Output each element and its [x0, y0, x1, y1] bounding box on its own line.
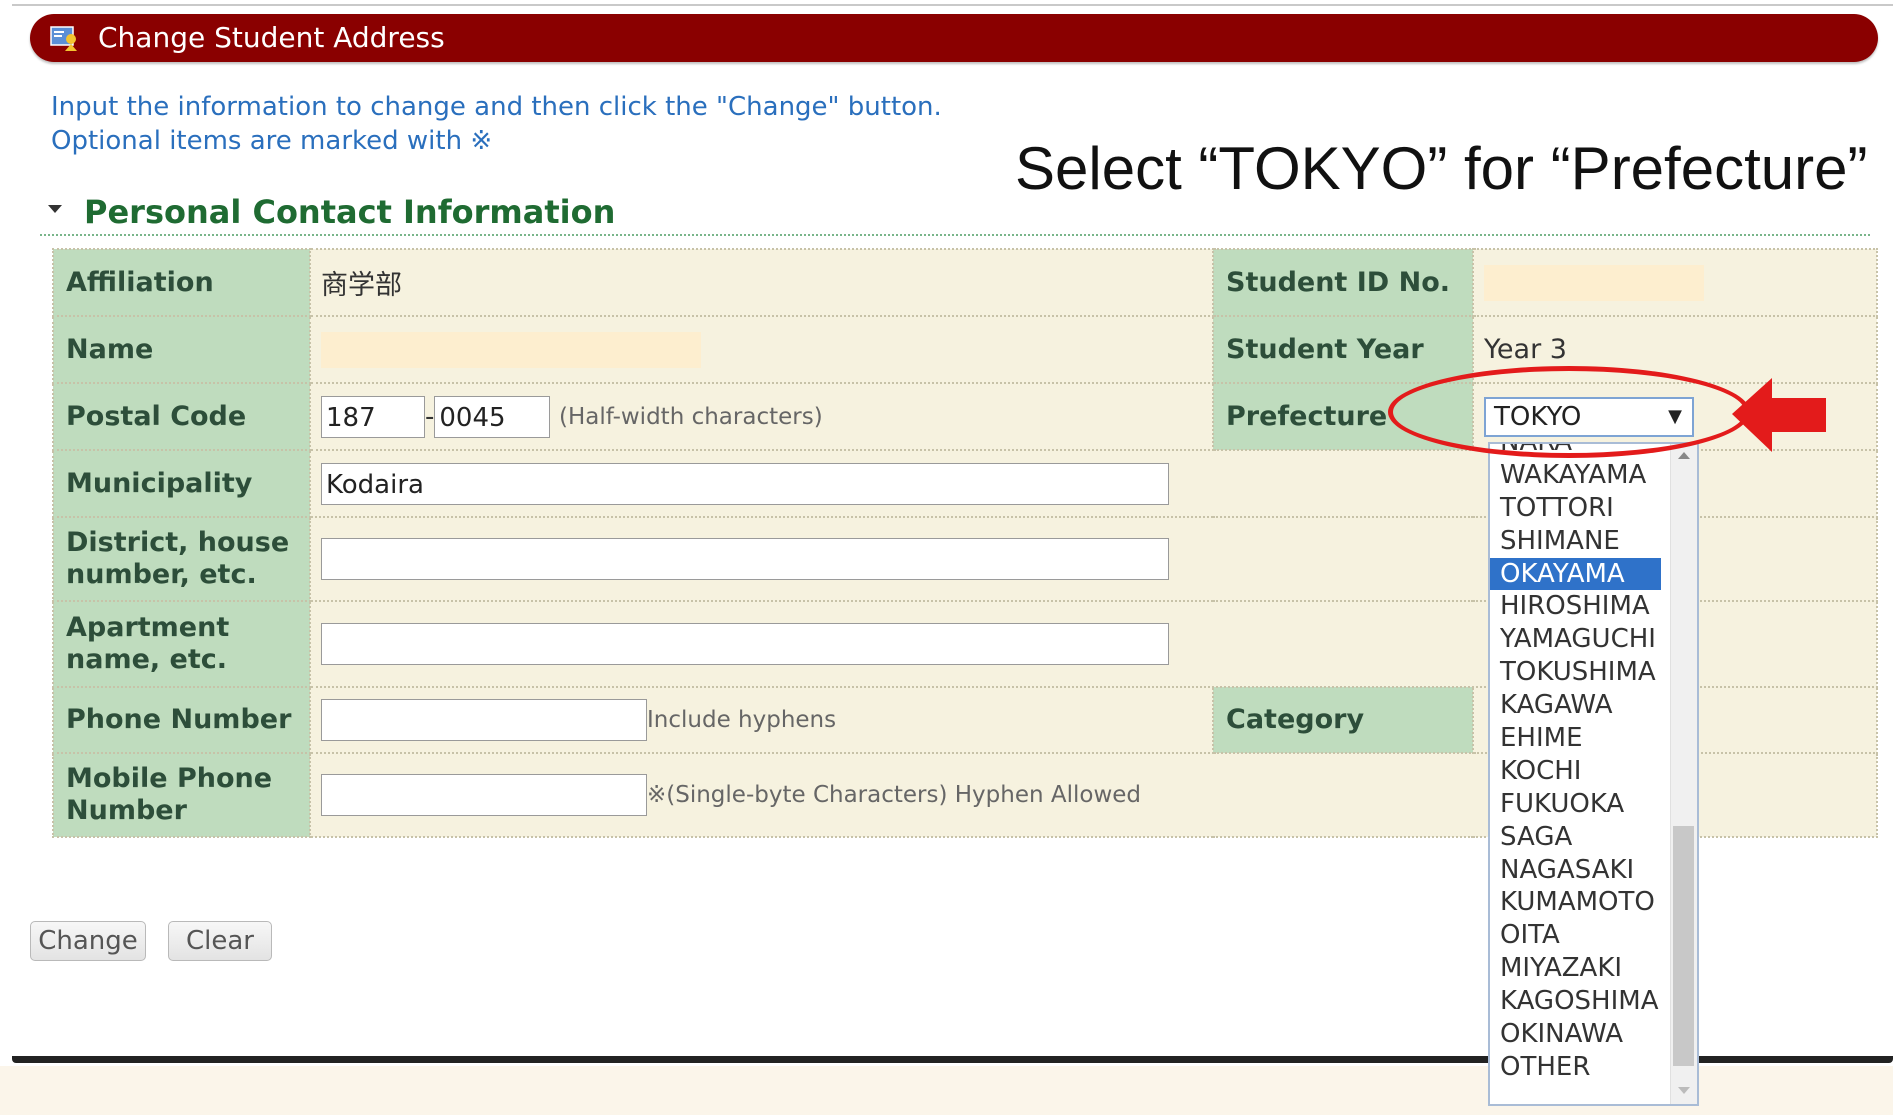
dropdown-option[interactable]: KAGAWA: [1490, 689, 1661, 722]
dropdown-option[interactable]: KAGOSHIMA: [1490, 985, 1661, 1018]
section-title: Personal Contact Information: [84, 193, 616, 231]
affiliation-label: Affiliation: [52, 248, 311, 317]
apartment-label: Apartment name, etc.: [52, 600, 311, 688]
dropdown-option[interactable]: SAGA: [1490, 821, 1661, 854]
name-label: Name: [52, 315, 311, 384]
window-frame-top: [12, 4, 1893, 6]
mobile-label-line1: Mobile Phone: [66, 763, 273, 794]
phone-cell: Include hyphens: [309, 686, 1214, 754]
dropdown-scrollbar[interactable]: [1670, 444, 1697, 1104]
change-button[interactable]: Change: [30, 921, 146, 961]
highlight-ellipse: [1388, 366, 1750, 458]
postal-code-cell: 187-0045 (Half-width characters): [309, 382, 1214, 451]
scroll-thumb[interactable]: [1673, 826, 1694, 1066]
student-year-label: Student Year: [1212, 315, 1474, 384]
pointer-arrow-icon: [1732, 378, 1826, 452]
window-titlebar: Change Student Address: [30, 14, 1878, 62]
postal-code-part1-input[interactable]: 187: [321, 395, 425, 438]
student-id-label: Student ID No.: [1212, 248, 1474, 317]
scroll-up-icon[interactable]: [1678, 452, 1690, 459]
student-id-value: [1484, 264, 1704, 301]
district-label-line1: District, house: [66, 527, 290, 558]
dropdown-option[interactable]: SHIMANE: [1490, 525, 1661, 558]
instructions: Input the information to change and then…: [51, 90, 942, 158]
instruction-line-2: Optional items are marked with ※: [51, 126, 493, 156]
municipality-input[interactable]: Kodaira: [321, 462, 1169, 505]
dropdown-option[interactable]: OKAYAMA: [1490, 557, 1661, 591]
municipality-label: Municipality: [52, 449, 311, 518]
dropdown-option[interactable]: HIROSHIMA: [1490, 590, 1661, 623]
phone-label: Phone Number: [52, 686, 311, 754]
name-cell: [309, 315, 1214, 384]
tutorial-annotation: Select “TOKYO” for “Prefecture”: [1015, 135, 1868, 202]
collapse-triangle-icon[interactable]: [48, 205, 62, 213]
dropdown-option[interactable]: OITA: [1490, 919, 1661, 952]
table-row: Affiliation 商学部 Student ID No.: [52, 248, 1878, 317]
phone-hint: Include hyphens: [647, 707, 837, 733]
postal-code-separator: -: [425, 401, 435, 432]
district-label-line2: number, etc.: [66, 559, 257, 590]
student-card-icon: [50, 26, 77, 51]
apartment-input[interactable]: [321, 623, 1169, 665]
mobile-input[interactable]: [321, 774, 647, 816]
name-value: [321, 331, 701, 368]
dropdown-option[interactable]: NAGASAKI: [1490, 854, 1661, 887]
scroll-down-icon[interactable]: [1678, 1087, 1690, 1094]
clear-button[interactable]: Clear: [168, 921, 272, 961]
dropdown-option[interactable]: FUKUOKA: [1490, 788, 1661, 821]
dropdown-option[interactable]: EHIME: [1490, 722, 1661, 755]
apartment-label-line1: Apartment: [66, 612, 230, 643]
affiliation-value: 商学部: [309, 248, 1214, 317]
dropdown-option[interactable]: TOKUSHIMA: [1490, 656, 1661, 689]
phone-input[interactable]: [321, 699, 647, 741]
instruction-line-1: Input the information to change and then…: [51, 92, 942, 122]
dropdown-option[interactable]: KOCHI: [1490, 755, 1661, 788]
dropdown-option[interactable]: MIYAZAKI: [1490, 952, 1661, 985]
dropdown-option[interactable]: OKINAWA: [1490, 1018, 1661, 1051]
district-label: District, house number, etc.: [52, 516, 311, 602]
apartment-label-line2: name, etc.: [66, 644, 228, 675]
district-input[interactable]: [321, 538, 1169, 580]
prefecture-dropdown-list[interactable]: NARA WAKAYAMA TOTTORI SHIMANE OKAYAMA HIROSHI…: [1488, 442, 1699, 1106]
dropdown-option[interactable]: TOTTORI: [1490, 492, 1661, 525]
mobile-label-line2: Number: [66, 795, 187, 826]
dropdown-items: NARA WAKAYAMA TOTTORI SHIMANE OKAYAMA HIROSHI…: [1490, 444, 1697, 1084]
dropdown-option[interactable]: KUMAMOTO: [1490, 886, 1661, 919]
dropdown-option[interactable]: WAKAYAMA: [1490, 459, 1661, 492]
dropdown-option[interactable]: YAMAGUCHI: [1490, 623, 1661, 656]
section-divider: [40, 234, 1870, 236]
postal-code-hint: (Half-width characters): [558, 403, 823, 430]
postal-code-part2-input[interactable]: 0045: [434, 395, 551, 438]
mobile-hint: ※(Single-byte Characters) Hyphen Allowed: [647, 782, 1142, 808]
window-title: Change Student Address: [98, 21, 445, 54]
dropdown-option[interactable]: OTHER: [1490, 1051, 1661, 1084]
category-label: Category: [1212, 686, 1474, 754]
postal-code-label: Postal Code: [52, 382, 311, 451]
student-id-cell: [1472, 248, 1878, 317]
mobile-label: Mobile Phone Number: [52, 752, 311, 838]
